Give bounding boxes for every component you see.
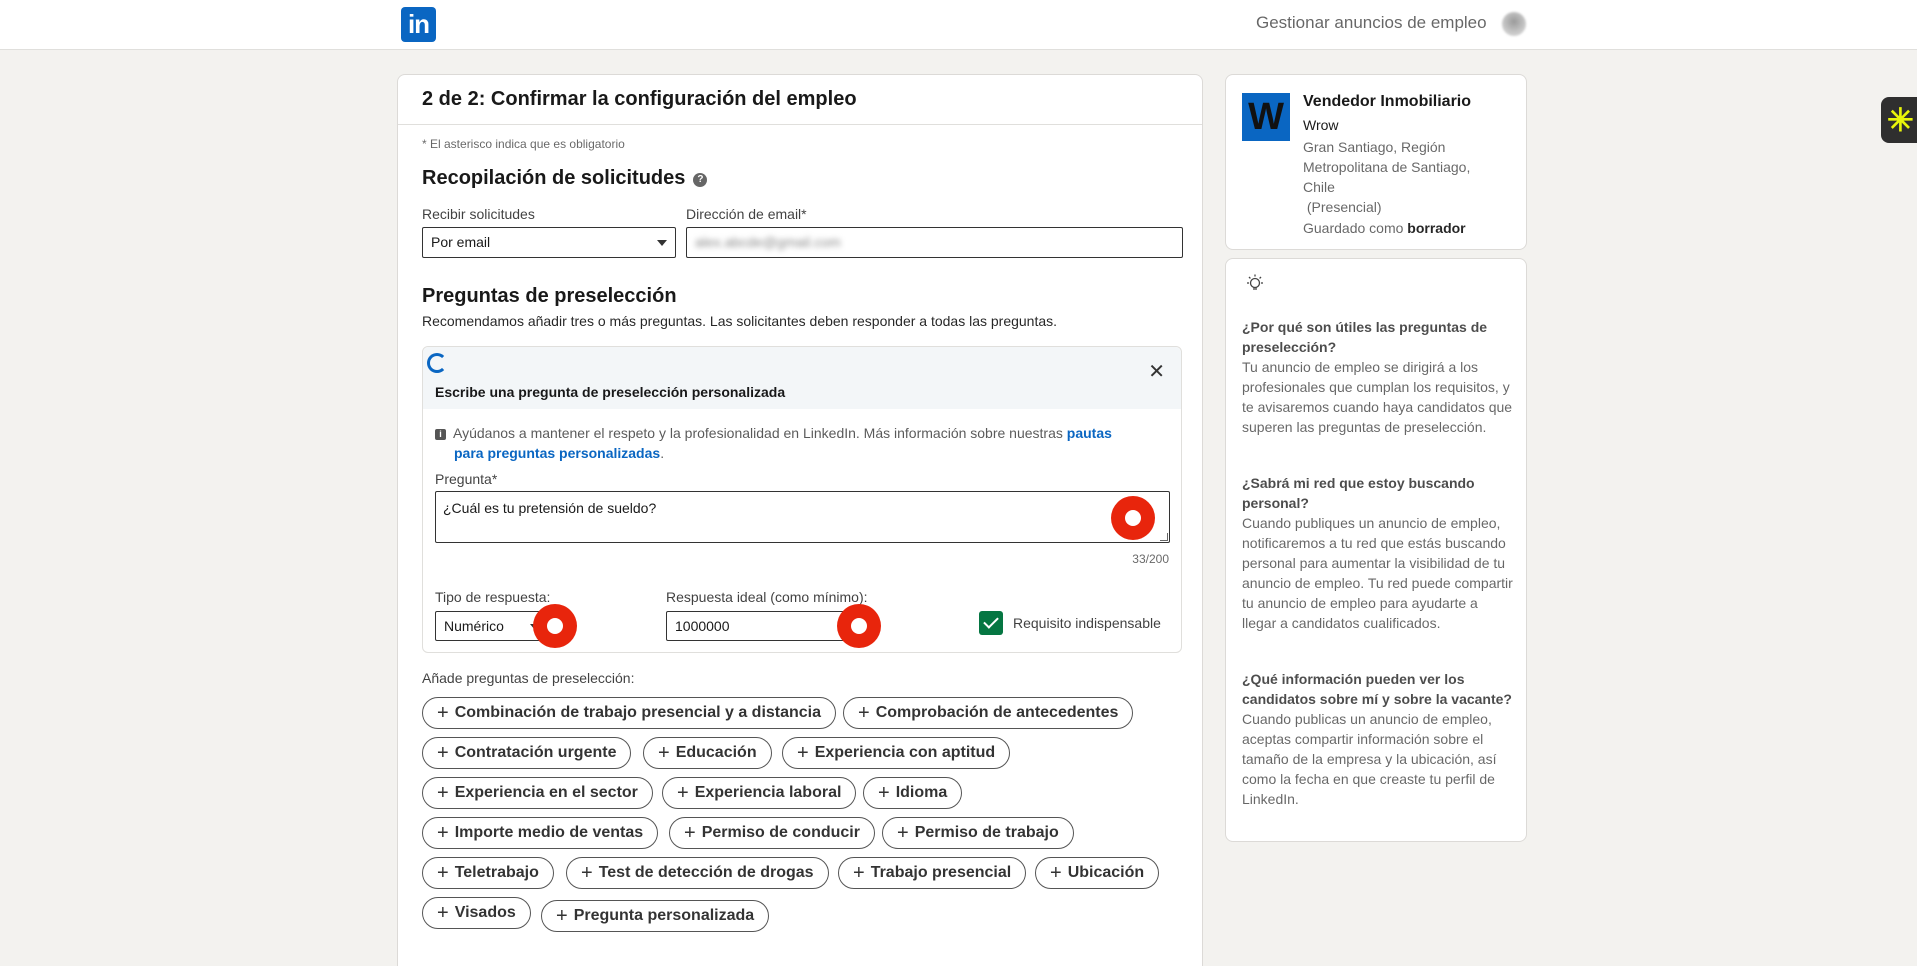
ideal-answer-value: 1000000 bbox=[675, 618, 730, 634]
tip-item: ¿Qué información pueden ver los candidat… bbox=[1242, 669, 1514, 809]
tip-question: ¿Qué información pueden ver los candidat… bbox=[1242, 671, 1512, 707]
tip-answer: Cuando publiques un anuncio de empleo, n… bbox=[1242, 515, 1513, 631]
add-question-pill[interactable]: + Contratación urgente bbox=[422, 737, 632, 769]
guidelines-end: . bbox=[660, 445, 665, 461]
add-question-pill[interactable]: + Teletrabajo bbox=[422, 857, 554, 889]
linkedin-logo-icon[interactable]: in bbox=[401, 7, 436, 42]
add-question-pill[interactable]: + Permiso de conducir bbox=[669, 817, 875, 849]
collection-heading-row: Recopilación de solicitudes? bbox=[422, 167, 708, 190]
question-label: Pregunta* bbox=[435, 471, 498, 487]
job-title: Vendedor Inmobiliario bbox=[1303, 93, 1472, 110]
lightbulb-icon bbox=[1247, 274, 1263, 290]
ideal-answer-input[interactable]: 1000000 bbox=[666, 611, 851, 641]
click-marker bbox=[1111, 496, 1155, 540]
email-value: alex.abcde@gmail.com bbox=[695, 234, 841, 250]
email-label: Dirección de email* bbox=[686, 206, 807, 222]
required-note: * El asterisco indica que es obligatorio bbox=[422, 137, 625, 151]
answer-type-select[interactable]: Numérico bbox=[435, 611, 549, 641]
add-custom-question-pill[interactable]: + Pregunta personalizada bbox=[541, 900, 770, 932]
add-question-pill[interactable]: + Trabajo presencial bbox=[838, 857, 1027, 889]
screening-heading: Preguntas de preselección bbox=[422, 285, 677, 307]
answer-type-value: Numérico bbox=[444, 618, 504, 634]
add-question-pill[interactable]: + Combinación de trabajo presencial y a d… bbox=[422, 697, 837, 729]
guidelines-text: Ayúdanos a mantener el respeto y la prof… bbox=[453, 425, 1063, 441]
chevron-down-icon bbox=[657, 240, 667, 246]
company-name: Wrow bbox=[1303, 117, 1339, 133]
job-settings-card: 2 de 2: Confirmar la configuración del e… bbox=[397, 74, 1203, 966]
add-question-pill[interactable]: + Visados bbox=[422, 897, 531, 929]
add-question-pill[interactable]: + Experiencia laboral bbox=[662, 777, 857, 809]
custom-question-box: ✕ Escribe una pregunta de preselección p… bbox=[422, 346, 1182, 653]
tip-question: ¿Sabrá mi red que estoy buscando persona… bbox=[1242, 475, 1475, 511]
add-question-pill[interactable]: + Idioma bbox=[863, 777, 963, 809]
company-logo: W bbox=[1242, 93, 1290, 141]
add-question-pill[interactable]: + Comprobación de antecedentes bbox=[843, 697, 1134, 729]
info-icon: i bbox=[435, 429, 446, 440]
must-have-checkbox[interactable] bbox=[979, 611, 1003, 635]
help-icon[interactable]: ? bbox=[693, 173, 708, 187]
tip-answer: Tu anuncio de empleo se dirigirá a los p… bbox=[1242, 359, 1513, 435]
add-question-pill[interactable]: + Experiencia en el sector bbox=[422, 777, 653, 809]
collection-heading: Recopilación de solicitudes bbox=[422, 167, 686, 189]
custom-question-header: ✕ Escribe una pregunta de preselección p… bbox=[423, 347, 1181, 409]
tip-question: ¿Por qué son útiles las preguntas de pre… bbox=[1242, 319, 1488, 355]
add-question-pill[interactable]: + Educación bbox=[643, 737, 772, 769]
ideal-answer-label: Respuesta ideal (como mínimo): bbox=[666, 589, 868, 605]
job-summary-card: W Vendedor Inmobiliario Wrow Gran Santia… bbox=[1225, 74, 1527, 250]
email-field[interactable]: alex.abcde@gmail.com bbox=[686, 227, 1183, 258]
top-bar: in Gestionar anuncios de empleo bbox=[0, 0, 1917, 50]
tip-item: ¿Sabrá mi red que estoy buscando persona… bbox=[1242, 473, 1514, 633]
workplace-type: (Presencial) bbox=[1306, 199, 1382, 215]
resize-handle-icon[interactable] bbox=[1160, 533, 1168, 541]
guidelines-note: i Ayúdanos a mantener el respeto y la pro… bbox=[435, 423, 1155, 463]
extension-button[interactable]: ✳ bbox=[1881, 97, 1917, 143]
answer-type-label: Tipo de respuesta: bbox=[435, 589, 551, 605]
screening-subtitle: Recomendamos añadir tres o más preguntas… bbox=[422, 313, 1058, 329]
must-have-label: Requisito indispensable bbox=[1013, 615, 1161, 631]
question-value: ¿Cuál es tu pretensión de sueldo? bbox=[443, 500, 657, 516]
custom-question-title: Escribe una pregunta de preselección per… bbox=[435, 384, 786, 400]
click-marker bbox=[533, 604, 577, 648]
tip-answer: Cuando publicas un anuncio de empleo, ac… bbox=[1242, 711, 1497, 807]
guidelines-link-cont[interactable]: para preguntas personalizadas bbox=[454, 445, 660, 461]
add-question-pill[interactable]: + Importe medio de ventas bbox=[422, 817, 659, 849]
question-textarea[interactable]: ¿Cuál es tu pretensión de sueldo? bbox=[435, 491, 1170, 543]
tip-item: ¿Por qué son útiles las preguntas de pre… bbox=[1242, 317, 1514, 437]
close-icon[interactable]: ✕ bbox=[1148, 359, 1165, 384]
add-questions-label: Añade preguntas de preselección: bbox=[422, 670, 635, 686]
add-question-pill[interactable]: + Test de detección de drogas bbox=[566, 857, 829, 889]
avatar[interactable] bbox=[1502, 12, 1526, 36]
tips-card: ¿Por qué son útiles las preguntas de pre… bbox=[1225, 258, 1527, 842]
char-counter: 33/200 bbox=[1132, 552, 1169, 566]
loading-spinner-icon bbox=[427, 353, 447, 373]
receive-label: Recibir solicitudes bbox=[422, 206, 535, 222]
manage-job-posts-link[interactable]: Gestionar anuncios de empleo bbox=[1256, 13, 1487, 33]
receive-method-select[interactable]: Por email bbox=[422, 227, 676, 258]
add-question-pill[interactable]: + Permiso de trabajo bbox=[882, 817, 1074, 849]
guidelines-link[interactable]: pautas bbox=[1067, 425, 1112, 441]
save-status: Guardado como borrador bbox=[1303, 220, 1466, 236]
receive-method-value: Por email bbox=[431, 234, 491, 250]
add-question-pill[interactable]: + Ubicación bbox=[1035, 857, 1160, 889]
asterisk-icon: ✳ bbox=[1887, 102, 1914, 138]
job-location: Gran Santiago, Región Metropolitana de S… bbox=[1303, 139, 1471, 215]
page-title: 2 de 2: Confirmar la configuración del e… bbox=[398, 75, 1202, 125]
click-marker bbox=[837, 604, 881, 648]
add-question-pill[interactable]: + Experiencia con aptitud bbox=[782, 737, 1011, 769]
